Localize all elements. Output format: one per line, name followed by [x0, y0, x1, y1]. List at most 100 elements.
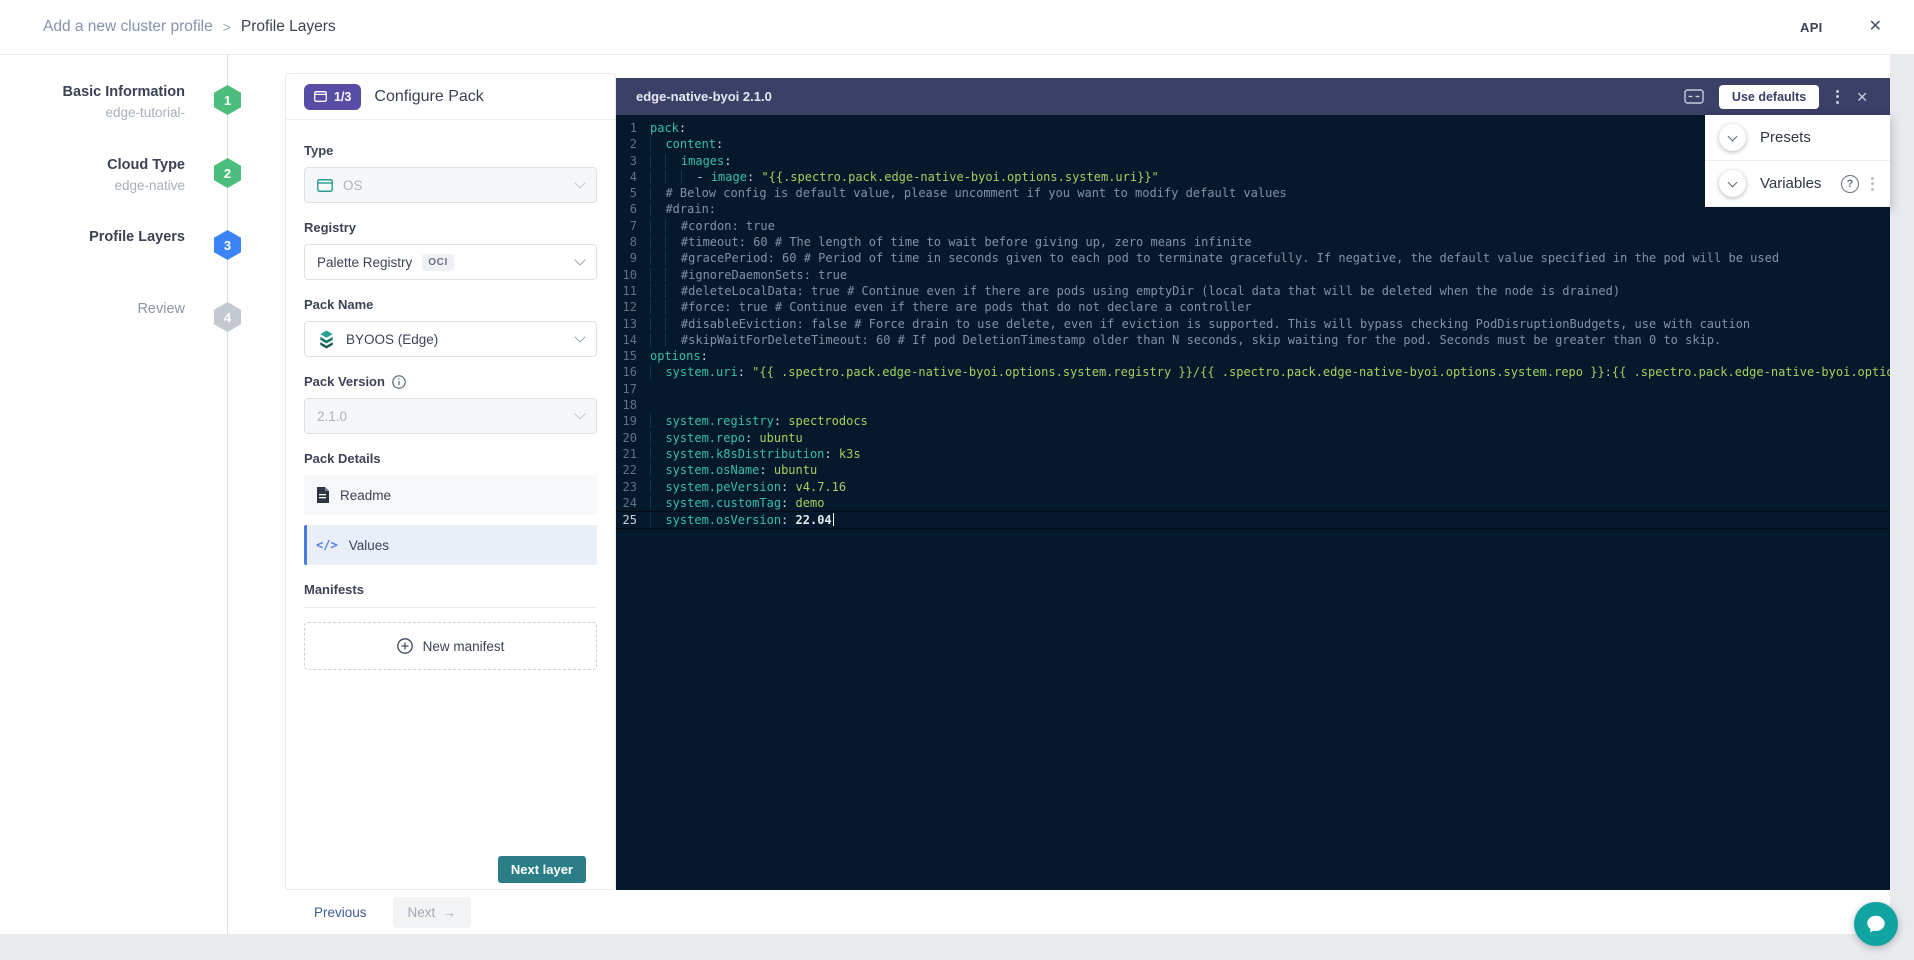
registry-label: Registry	[304, 220, 597, 235]
editor-header: edge-native-byoi 2.1.0 Use defaults ✕	[616, 78, 1890, 115]
code-line: 16 system.uri: "{{ .spectro.pack.edge-na…	[616, 364, 1890, 380]
manifests-label: Manifests	[304, 582, 597, 597]
editor-title: edge-native-byoi 2.1.0	[636, 89, 772, 104]
pack-version-value: 2.1.0	[317, 409, 347, 424]
step-number-badge: 4	[214, 302, 241, 332]
variables-menu-icon[interactable]	[1869, 175, 1876, 193]
code-line: 8 #timeout: 60 # The length of time to w…	[616, 234, 1890, 250]
configure-pack-panel: 1/3 Configure Pack Type OS Registry Pale…	[285, 73, 616, 890]
stepper-step-basic-information[interactable]: Basic Information edge-tutorial- 1	[0, 83, 254, 125]
chevron-down-icon	[574, 254, 585, 265]
variables-expand-button[interactable]	[1719, 170, 1746, 197]
pack-panel-title: Configure Pack	[374, 88, 483, 106]
yaml-code-area[interactable]: 1pack:2 content:3 images:4 - image: "{{.…	[616, 115, 1890, 890]
code-line: 3 images:	[616, 153, 1890, 169]
help-chat-button[interactable]	[1854, 902, 1898, 946]
stepper-step-profile-layers[interactable]: Profile Layers 3	[0, 228, 254, 270]
api-button[interactable]: API	[1800, 20, 1823, 35]
code-line: 4 - image: "{{.spectro.pack.edge-native-…	[616, 169, 1890, 185]
code-line: 14 #skipWaitForDeleteTimeout: 60 # If po…	[616, 332, 1890, 348]
arrow-right-icon: →	[442, 905, 456, 920]
plus-circle-icon	[397, 638, 413, 654]
chat-bubble-icon	[1865, 913, 1887, 935]
code-line: 18	[616, 397, 1890, 413]
presets-row[interactable]: Presets	[1705, 115, 1890, 161]
new-manifest-label: New manifest	[423, 639, 505, 654]
variables-label: Variables	[1760, 175, 1821, 192]
step-title: Review	[137, 300, 185, 318]
readme-label: Readme	[340, 488, 391, 503]
code-line: 24 system.customTag: demo	[616, 495, 1890, 511]
pack-name-value: BYOOS (Edge)	[346, 332, 438, 347]
editor-menu-icon[interactable]	[1834, 88, 1841, 106]
registry-select[interactable]: Palette Registry OCI	[304, 244, 597, 280]
close-wizard-icon[interactable]: ✕	[1869, 19, 1882, 35]
registry-value: Palette Registry	[317, 255, 412, 270]
pack-name-select[interactable]: BYOOS (Edge)	[304, 321, 597, 357]
pack-step-badge: 1/3	[304, 84, 361, 110]
document-icon	[316, 487, 329, 503]
page: Add a new cluster profile > Profile Laye…	[0, 0, 1914, 960]
code-line: 20 system.repo: ubuntu	[616, 430, 1890, 446]
stepper-step-review[interactable]: Review 4	[0, 300, 254, 342]
code-line: 6 #drain:	[616, 201, 1890, 217]
pack-panel-header: 1/3 Configure Pack	[286, 74, 615, 120]
byoos-pack-icon	[317, 330, 336, 349]
presets-expand-button[interactable]	[1719, 124, 1746, 151]
previous-button[interactable]: Previous	[314, 905, 367, 920]
code-line: 25 system.osVersion: 22.04	[616, 511, 1890, 529]
step-subtitle: edge-tutorial-	[63, 105, 185, 120]
editor-side-panel: Presets Variables ?	[1705, 115, 1890, 207]
step-title: Cloud Type	[107, 156, 185, 174]
code-line: 23 system.peVersion: v4.7.16	[616, 479, 1890, 495]
breadcrumb-parent-link[interactable]: Add a new cluster profile	[43, 18, 213, 36]
right-gutter	[1890, 55, 1914, 960]
next-layer-button[interactable]: Next layer	[498, 856, 586, 883]
code-line: 9 #gracePeriod: 60 # Period of time in s…	[616, 250, 1890, 266]
pack-step-count: 1/3	[334, 90, 351, 104]
variables-row[interactable]: Variables ?	[1705, 161, 1890, 207]
stepper-step-cloud-type[interactable]: Cloud Type edge-native 2	[0, 156, 254, 198]
code-line: 17	[616, 381, 1890, 397]
code-line: 21 system.k8sDistribution: k3s	[616, 446, 1890, 462]
code-line: 1pack:	[616, 120, 1890, 136]
readme-tab[interactable]: Readme	[304, 475, 597, 515]
step-title: Basic Information	[63, 83, 185, 101]
code-line: 22 system.osName: ubuntu	[616, 462, 1890, 478]
values-label: Values	[349, 538, 389, 553]
type-select[interactable]: OS	[304, 167, 597, 203]
manifests-divider	[304, 607, 597, 608]
code-line: 7 #cordon: true	[616, 218, 1890, 234]
code-line: 2 content:	[616, 136, 1890, 152]
code-line: 10 #ignoreDaemonSets: true	[616, 267, 1890, 283]
code-line: 13 #disableEviction: false # Force drain…	[616, 316, 1890, 332]
breadcrumb-separator: >	[223, 19, 231, 35]
chevron-down-icon	[574, 408, 585, 419]
yaml-editor-panel: edge-native-byoi 2.1.0 Use defaults ✕ 1p…	[616, 78, 1890, 890]
step-number-badge: 2	[214, 158, 241, 188]
step-subtitle: edge-native	[107, 178, 185, 193]
presets-label: Presets	[1760, 129, 1811, 146]
pack-version-label: Pack Version	[304, 374, 597, 389]
editor-close-icon[interactable]: ✕	[1856, 90, 1868, 104]
use-defaults-button[interactable]: Use defaults	[1719, 85, 1819, 109]
code-line: 15options:	[616, 348, 1890, 364]
next-button[interactable]: Next →	[393, 897, 471, 928]
chevron-down-icon	[574, 177, 585, 188]
new-manifest-button[interactable]: New manifest	[304, 622, 597, 670]
top-header: Add a new cluster profile > Profile Laye…	[0, 0, 1914, 55]
pack-details-label: Pack Details	[304, 451, 597, 466]
text-cursor	[833, 513, 835, 526]
variables-help-icon[interactable]: ?	[1841, 175, 1859, 193]
diff-editor-icon[interactable]	[1684, 89, 1704, 104]
os-icon	[317, 179, 333, 192]
pack-name-label: Pack Name	[304, 297, 597, 312]
values-tab[interactable]: </> Values	[304, 525, 597, 565]
next-button-label: Next	[408, 905, 436, 920]
pack-version-select[interactable]: 2.1.0	[304, 398, 597, 434]
step-title: Profile Layers	[89, 228, 185, 246]
info-icon[interactable]	[392, 375, 406, 389]
layers-icon	[314, 91, 327, 102]
step-number-badge: 1	[214, 85, 241, 115]
step-number-badge: 3	[214, 230, 241, 260]
